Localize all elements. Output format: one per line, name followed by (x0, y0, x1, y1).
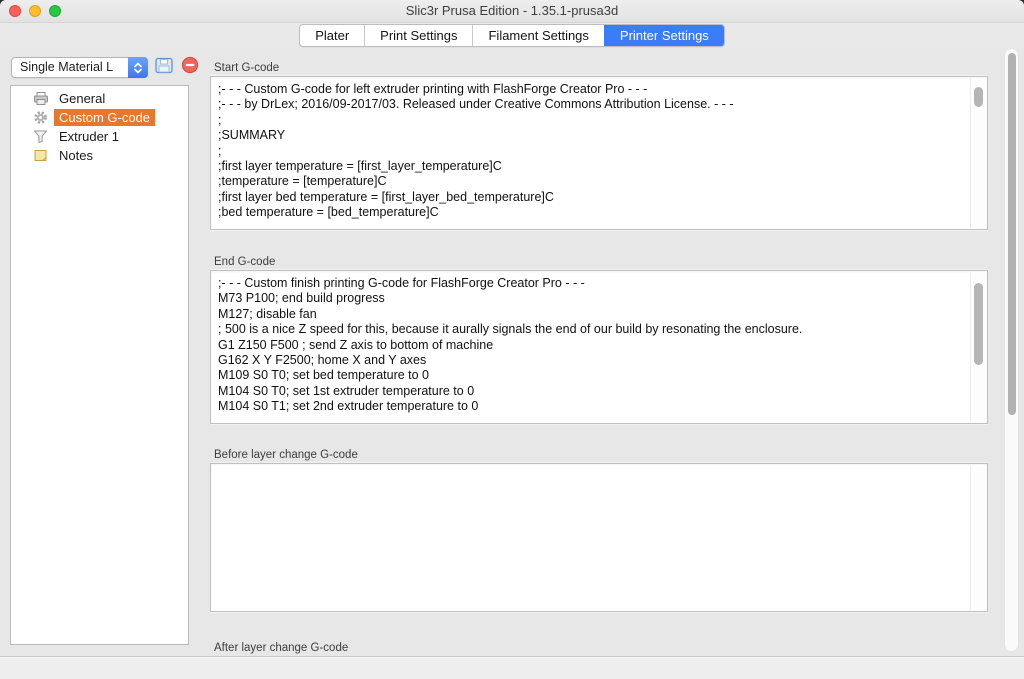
settings-tabs: Plater Print Settings Filament Settings … (299, 24, 725, 47)
window-footer (0, 656, 1024, 679)
scrollbar-thumb[interactable] (974, 283, 983, 365)
note-icon (32, 148, 49, 163)
start-gcode-scrollbar[interactable] (970, 78, 986, 228)
end-gcode-textarea[interactable]: ;- - - Custom finish printing G-code for… (210, 270, 988, 424)
start-gcode-label: Start G-code (214, 62, 280, 74)
app-window: Slic3r Prusa Edition - 1.35.1-prusa3d Pl… (0, 0, 1024, 679)
gear-icon (32, 110, 49, 125)
end-gcode-text: ;- - - Custom finish printing G-code for… (218, 276, 803, 414)
delete-preset-button[interactable] (180, 56, 200, 79)
tree-item-custom-gcode[interactable]: Custom G-code (11, 108, 188, 127)
start-gcode-textarea[interactable]: ;- - - Custom G-code for left extruder p… (210, 76, 988, 230)
tab-filament-settings[interactable]: Filament Settings (472, 25, 603, 46)
tree-item-general[interactable]: General (11, 89, 188, 108)
printer-settings-content: Single Material L General Custom G-code … (0, 48, 1024, 656)
after-layer-gcode-label: After layer change G-code (214, 642, 349, 654)
tree-item-notes[interactable]: Notes (11, 146, 188, 165)
funnel-icon (32, 129, 49, 144)
titlebar: Slic3r Prusa Edition - 1.35.1-prusa3d (0, 0, 1024, 23)
tree-item-label: General (59, 91, 106, 106)
end-gcode-label: End G-code (214, 256, 276, 268)
printer-preset-value: Single Material L (20, 60, 114, 74)
tree-item-label: Notes (59, 148, 93, 163)
tab-bar: Plater Print Settings Filament Settings … (0, 23, 1024, 49)
tab-printer-settings[interactable]: Printer Settings (603, 25, 724, 46)
chevron-up-down-icon (128, 57, 148, 78)
before-layer-gcode-scrollbar[interactable] (970, 465, 986, 610)
tab-print-settings[interactable]: Print Settings (364, 25, 472, 46)
before-layer-gcode-label: Before layer change G-code (214, 449, 358, 461)
tree-item-extruder-1[interactable]: Extruder 1 (11, 127, 188, 146)
custom-gcode-page: Start G-code ;- - - Custom G-code for le… (210, 48, 988, 655)
end-gcode-scrollbar[interactable] (970, 272, 986, 422)
page-scrollbar[interactable] (1004, 49, 1019, 651)
minus-circle-icon (181, 56, 199, 79)
settings-tree: General Custom G-code Extruder 1 Notes (10, 85, 189, 645)
page-scrollbar-thumb[interactable] (1007, 53, 1016, 415)
printer-preset-select[interactable]: Single Material L (11, 57, 148, 78)
start-gcode-text: ;- - - Custom G-code for left extruder p… (218, 82, 734, 220)
before-layer-gcode-text (211, 464, 987, 611)
window-title: Slic3r Prusa Edition - 1.35.1-prusa3d (405, 3, 619, 18)
before-layer-gcode-textarea[interactable] (210, 463, 988, 612)
tree-item-label: Extruder 1 (59, 129, 119, 144)
scrollbar-thumb[interactable] (974, 87, 983, 107)
printer-icon (32, 91, 49, 106)
preset-toolbar: Single Material L (11, 56, 200, 79)
tab-plater[interactable]: Plater (300, 25, 364, 46)
tree-item-label: Custom G-code (54, 109, 156, 126)
floppy-disk-icon (155, 57, 173, 79)
save-preset-button[interactable] (154, 57, 174, 79)
